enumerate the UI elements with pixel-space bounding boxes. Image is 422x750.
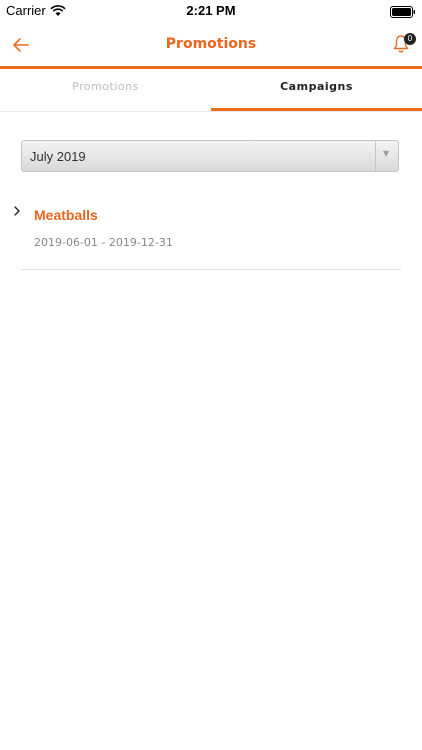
battery-icon bbox=[390, 5, 416, 23]
status-bar: Carrier 2:21 PM bbox=[0, 0, 422, 22]
campaign-dates: 2019-06-01 - 2019-12-31 bbox=[34, 236, 173, 249]
triangle-down-icon: ▼ bbox=[383, 149, 390, 158]
tab-bar: Promotions Campaigns bbox=[0, 69, 422, 112]
page-title: Promotions bbox=[165, 36, 257, 52]
campaign-name: Meatballs bbox=[34, 207, 98, 223]
dropdown-arrow: ▼ bbox=[375, 141, 398, 171]
list-divider bbox=[21, 269, 401, 270]
status-time: 2:21 PM bbox=[186, 3, 236, 18]
tab-campaigns[interactable]: Campaigns bbox=[211, 69, 422, 111]
chevron-right-icon bbox=[14, 206, 20, 216]
tab-promotions[interactable]: Promotions bbox=[0, 69, 211, 108]
month-select-value: July 2019 bbox=[30, 149, 86, 164]
navigation-bar: Promotions bbox=[0, 22, 422, 69]
month-select[interactable]: July 2019 ▼ bbox=[21, 140, 399, 172]
campaign-list-item[interactable]: Meatballs 2019-06-01 - 2019-12-31 bbox=[0, 195, 422, 270]
notification-count-badge: 0 bbox=[404, 33, 416, 45]
